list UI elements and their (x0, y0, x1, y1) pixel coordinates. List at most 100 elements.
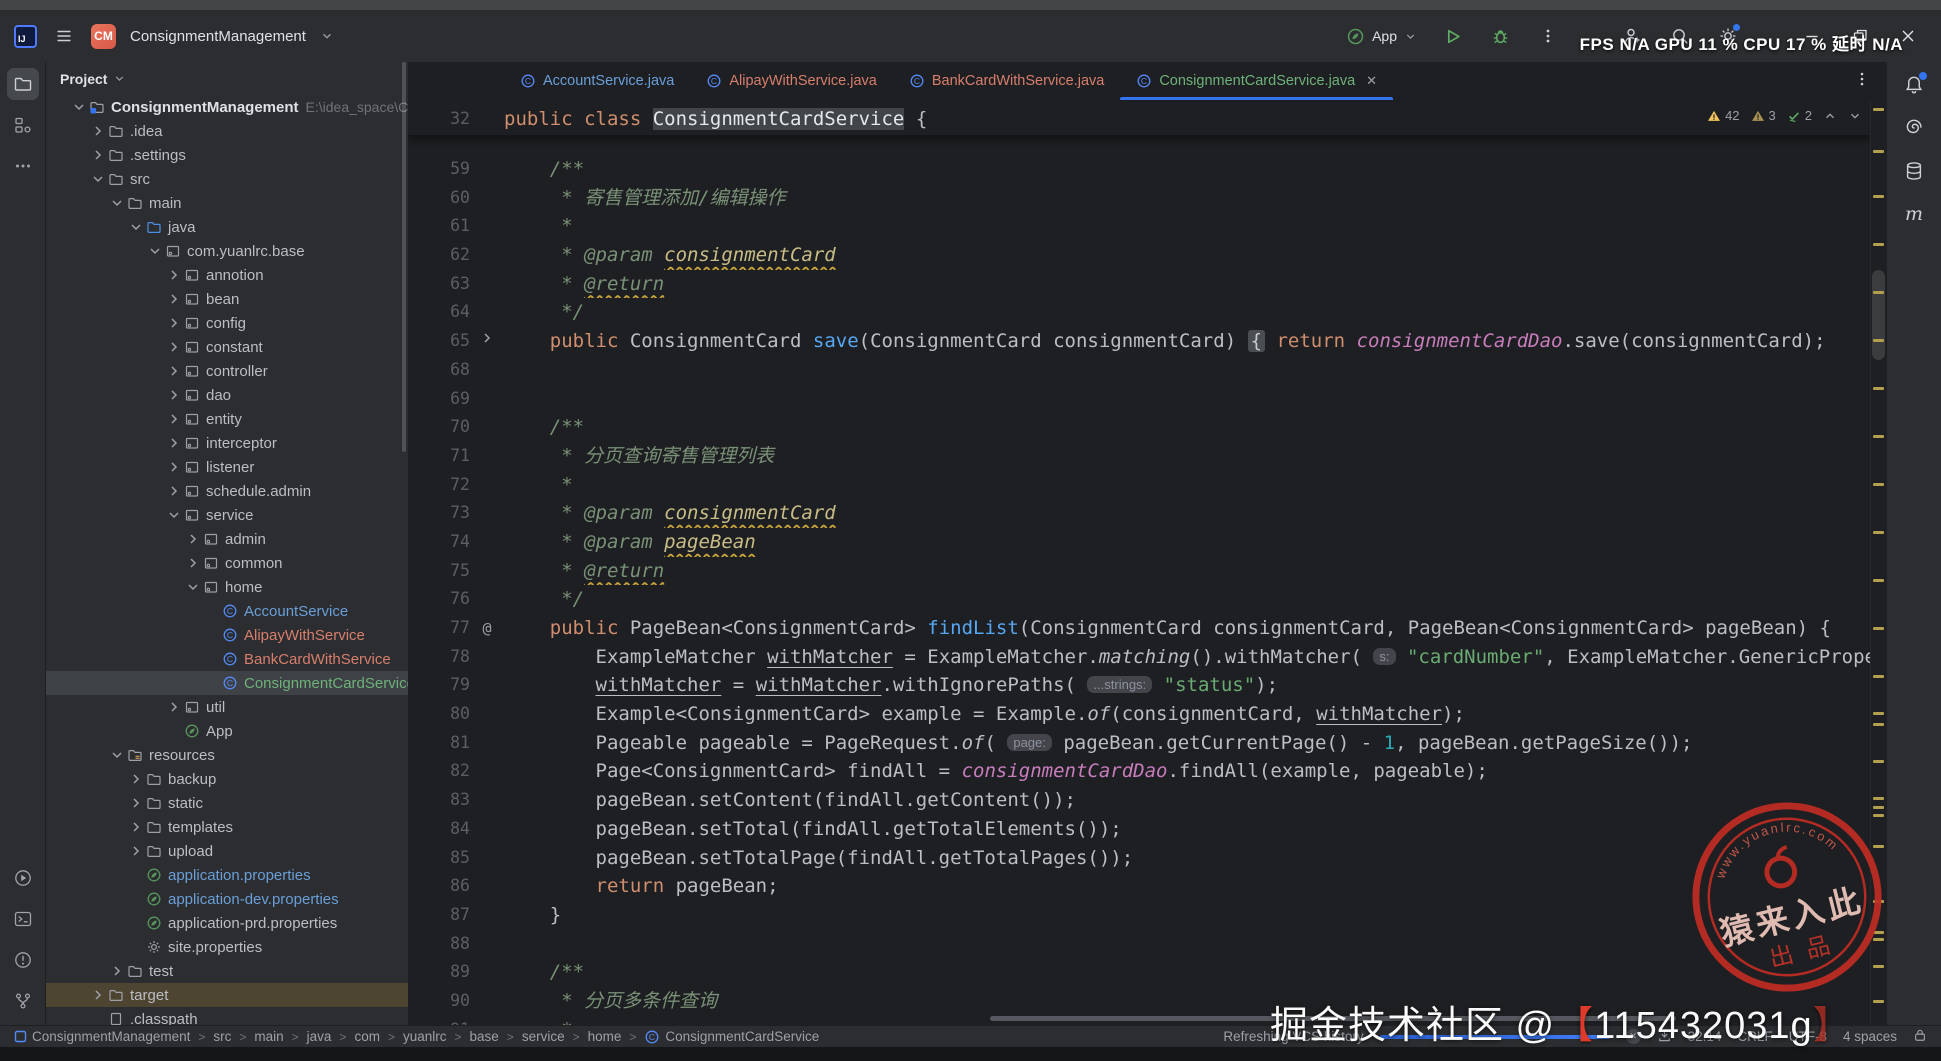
tree-chevron-icon[interactable] (89, 123, 106, 139)
tree-item-backup[interactable]: backup (46, 767, 408, 791)
breadcrumb-item-consignmentcardservice[interactable]: C ConsignmentCardService (644, 1029, 819, 1045)
tree-item-application-prd-properties[interactable]: application-prd.properties (46, 911, 408, 935)
tree-item-service[interactable]: service (46, 503, 408, 527)
tree-item-com-yuanlrc-base[interactable]: com.yuanlrc.base (46, 239, 408, 263)
tree-item-application-dev-properties[interactable]: application-dev.properties (46, 887, 408, 911)
ai-assistant-icon[interactable] (1901, 115, 1927, 141)
maven-icon[interactable]: m (1901, 201, 1927, 227)
next-problem-icon[interactable] (1848, 109, 1862, 123)
version-control-toolwindow-icon[interactable] (7, 985, 39, 1017)
inspections-widget[interactable]: 42 3 2 (1707, 108, 1862, 123)
tree-chevron-icon[interactable] (89, 171, 106, 187)
tree-chevron-icon[interactable] (108, 747, 125, 763)
ok-check-count[interactable]: 2 (1787, 108, 1812, 123)
tree-item-alipaywithservice[interactable]: C AlipayWithService (46, 623, 408, 647)
tree-chevron-icon[interactable] (184, 579, 201, 595)
tree-chevron-icon[interactable] (165, 483, 182, 499)
tree-chevron-icon[interactable] (165, 507, 182, 523)
tree-item-annotion[interactable]: annotion (46, 263, 408, 287)
line-number[interactable]: 82 (408, 757, 470, 786)
run-button[interactable] (1439, 23, 1465, 49)
project-name[interactable]: ConsignmentManagement (130, 28, 306, 45)
warning-count[interactable]: 42 (1707, 108, 1740, 123)
tree-chevron-icon[interactable] (165, 315, 182, 331)
tree-item-java[interactable]: java (46, 215, 408, 239)
tree-chevron-icon[interactable] (165, 411, 182, 427)
code-area[interactable]: 59 /** 60 * 寄售管理添加/编辑操作 61 * 62 * @param co… (408, 155, 1870, 1025)
tree-chevron-icon[interactable] (127, 771, 144, 787)
line-number[interactable]: 61 (408, 212, 470, 241)
line-number[interactable]: 83 (408, 786, 470, 815)
vertical-scrollbar-thumb[interactable] (1872, 270, 1885, 360)
problems-toolwindow-icon[interactable] (7, 944, 39, 976)
tree-item-consignmentcardservice[interactable]: C ConsignmentCardService (46, 671, 408, 695)
line-number[interactable]: 91 (408, 1016, 470, 1025)
breadcrumb-item-com[interactable]: com (354, 1029, 380, 1044)
line-number[interactable]: 72 (408, 471, 470, 500)
editor-tab-accountservice-java[interactable]: C AccountService.java (504, 62, 690, 100)
tree-item-app[interactable]: App (46, 719, 408, 743)
tree-chevron-icon[interactable] (108, 195, 125, 211)
tree-item-bean[interactable]: bean (46, 287, 408, 311)
readonly-lock-icon[interactable] (1913, 1028, 1927, 1045)
tree-item-common[interactable]: common (46, 551, 408, 575)
line-number[interactable]: 80 (408, 700, 470, 729)
tree-item-config[interactable]: config (46, 311, 408, 335)
tree-chevron-icon[interactable] (165, 291, 182, 307)
breadcrumb-item-base[interactable]: base (470, 1029, 499, 1044)
project-badge[interactable]: CM (91, 23, 116, 49)
debug-button[interactable] (1487, 23, 1513, 49)
breadcrumb-item-main[interactable]: main (254, 1029, 283, 1044)
line-number[interactable]: 32 (408, 109, 470, 128)
tree-item-application-properties[interactable]: application.properties (46, 863, 408, 887)
tree-item-static[interactable]: static (46, 791, 408, 815)
line-number[interactable]: 70 (408, 413, 470, 442)
tree-item-resources[interactable]: resources (46, 743, 408, 767)
tree-item-home[interactable]: home (46, 575, 408, 599)
terminal-toolwindow-icon[interactable] (7, 903, 39, 935)
tree-item-accountservice[interactable]: C AccountService (46, 599, 408, 623)
tree-item--classpath[interactable]: .classpath (46, 1007, 408, 1025)
line-number[interactable]: 76 (408, 585, 470, 614)
line-number[interactable]: 79 (408, 671, 470, 700)
run-toolwindow-icon[interactable] (7, 862, 39, 894)
tree-chevron-icon[interactable] (184, 531, 201, 547)
line-number[interactable]: 64 (408, 298, 470, 327)
breadcrumb-item-consignmentmanagement[interactable]: ConsignmentManagement (14, 1029, 190, 1044)
project-panel-header[interactable]: Project (46, 62, 408, 95)
main-menu-hamburger-icon[interactable] (51, 23, 77, 49)
line-number[interactable]: 89 (408, 958, 470, 987)
breadcrumb-item-java[interactable]: java (307, 1029, 332, 1044)
database-icon[interactable] (1901, 158, 1927, 184)
tree-chevron-icon[interactable] (165, 267, 182, 283)
line-number[interactable]: 77 (408, 614, 470, 643)
tree-item-dao[interactable]: dao (46, 383, 408, 407)
tree-chevron-icon[interactable] (165, 699, 182, 715)
tree-item-site-properties[interactable]: site.properties (46, 935, 408, 959)
tree-chevron-icon[interactable] (146, 243, 163, 259)
tree-item-target[interactable]: target (46, 983, 408, 1007)
tree-item--idea[interactable]: .idea (46, 119, 408, 143)
line-number[interactable]: 71 (408, 442, 470, 471)
project-tree-scrollbar[interactable] (402, 62, 406, 452)
tree-item-test[interactable]: test (46, 959, 408, 983)
line-number[interactable]: 84 (408, 815, 470, 844)
editor-tab-consignmentcardservice-java[interactable]: C ConsignmentCardService.java ✕ (1120, 62, 1393, 100)
line-number[interactable]: 65 (408, 327, 470, 356)
line-number[interactable]: 75 (408, 557, 470, 586)
run-configuration-widget[interactable]: App (1346, 27, 1417, 46)
tree-chevron-icon[interactable] (165, 363, 182, 379)
breadcrumb-item-home[interactable]: home (588, 1029, 622, 1044)
line-number[interactable]: 60 (408, 184, 470, 213)
tree-chevron-icon[interactable] (127, 219, 144, 235)
annotation-gutter-icon[interactable]: @ (474, 614, 500, 643)
line-number[interactable]: 63 (408, 270, 470, 299)
tree-chevron-icon[interactable] (70, 99, 87, 115)
tree-item-consignmentmanagement[interactable]: ConsignmentManagement E:\idea_space\Consi… (46, 95, 408, 119)
line-number[interactable]: 81 (408, 729, 470, 758)
tree-chevron-icon[interactable] (89, 987, 106, 1003)
notifications-bell-icon[interactable] (1901, 72, 1927, 98)
structure-toolwindow-icon[interactable] (7, 109, 39, 141)
tree-chevron-icon[interactable] (165, 387, 182, 403)
line-number[interactable]: 86 (408, 872, 470, 901)
